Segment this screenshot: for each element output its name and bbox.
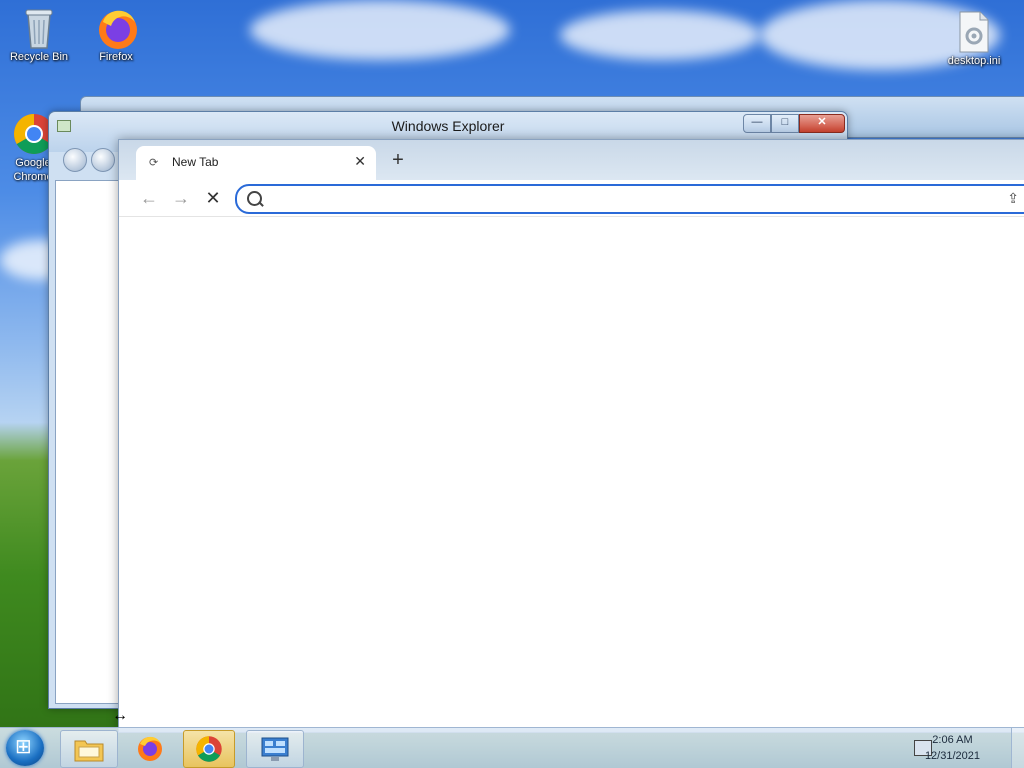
- desktop-icon-label: desktop.ini: [947, 55, 1001, 67]
- address-bar[interactable]: ⇪ ☆: [235, 184, 1024, 214]
- desktop-icon-label: Firefox: [99, 51, 133, 63]
- folder-icon: [74, 740, 104, 762]
- maximize-button[interactable]: □: [771, 114, 799, 133]
- clock-date: 12/31/2021: [924, 750, 980, 762]
- firefox-icon: [95, 6, 137, 49]
- loading-spinner-icon: ⟳: [149, 157, 159, 169]
- caption-buttons: — □ ✕: [743, 114, 845, 133]
- window-title: Windows Explorer: [391, 118, 505, 134]
- chrome-window[interactable]: ⟳ New Tab ✕ + ← → ✕ ⇪ ☆: [118, 139, 1024, 733]
- new-tab-button[interactable]: +: [387, 150, 409, 172]
- desktop-icon-recycle-bin[interactable]: Recycle Bin: [3, 6, 75, 64]
- taskbar-file-explorer[interactable]: [60, 730, 118, 768]
- desktop-icon-firefox[interactable]: Firefox: [80, 6, 152, 64]
- taskbar-control-panel[interactable]: [246, 730, 304, 768]
- back-button[interactable]: ←: [137, 186, 161, 210]
- taskbar-clock[interactable]: 2:06 AM 12/31/2021: [925, 732, 980, 764]
- recycle-bin-icon: [18, 6, 60, 49]
- close-button[interactable]: ✕: [799, 114, 845, 133]
- address-input[interactable]: [267, 188, 971, 210]
- cloud: [560, 10, 760, 60]
- firefox-icon: [138, 736, 162, 761]
- control-panel-icon: [261, 737, 289, 761]
- desktop-icon-desktop-ini[interactable]: desktop.ini: [938, 10, 1010, 68]
- back-nav-button[interactable]: [63, 148, 87, 172]
- forward-button[interactable]: →: [169, 186, 193, 210]
- forward-nav-button[interactable]: [91, 148, 115, 172]
- taskbar: 2:06 AM 12/31/2021: [0, 727, 1024, 768]
- clock-time: 2:06 AM: [932, 734, 973, 746]
- cloud: [250, 0, 510, 60]
- minimize-button[interactable]: —: [743, 114, 771, 133]
- taskbar-chrome[interactable]: [183, 730, 235, 768]
- taskbar-firefox[interactable]: [122, 730, 178, 766]
- chrome-icon: [196, 736, 222, 762]
- tab-strip: ⟳ New Tab ✕ +: [119, 140, 1024, 180]
- navigation-pane[interactable]: [55, 180, 121, 704]
- search-icon: [247, 191, 262, 206]
- tab-new-tab[interactable]: ⟳ New Tab ✕: [136, 146, 376, 180]
- share-icon[interactable]: ⇪: [1007, 190, 1019, 207]
- show-desktop-button[interactable]: [1011, 728, 1024, 768]
- resize-cursor-icon: ↔: [112, 707, 128, 724]
- tab-title: New Tab: [172, 155, 219, 169]
- stop-loading-button[interactable]: ✕: [201, 186, 225, 210]
- tab-close-icon[interactable]: ✕: [354, 153, 366, 170]
- settings-file-icon: [953, 10, 995, 53]
- browser-toolbar: ← → ✕ ⇪ ☆: [119, 180, 1024, 217]
- start-button[interactable]: [6, 730, 44, 766]
- desktop-icon-label: Recycle Bin: [9, 51, 69, 63]
- page-content[interactable]: [119, 217, 1024, 732]
